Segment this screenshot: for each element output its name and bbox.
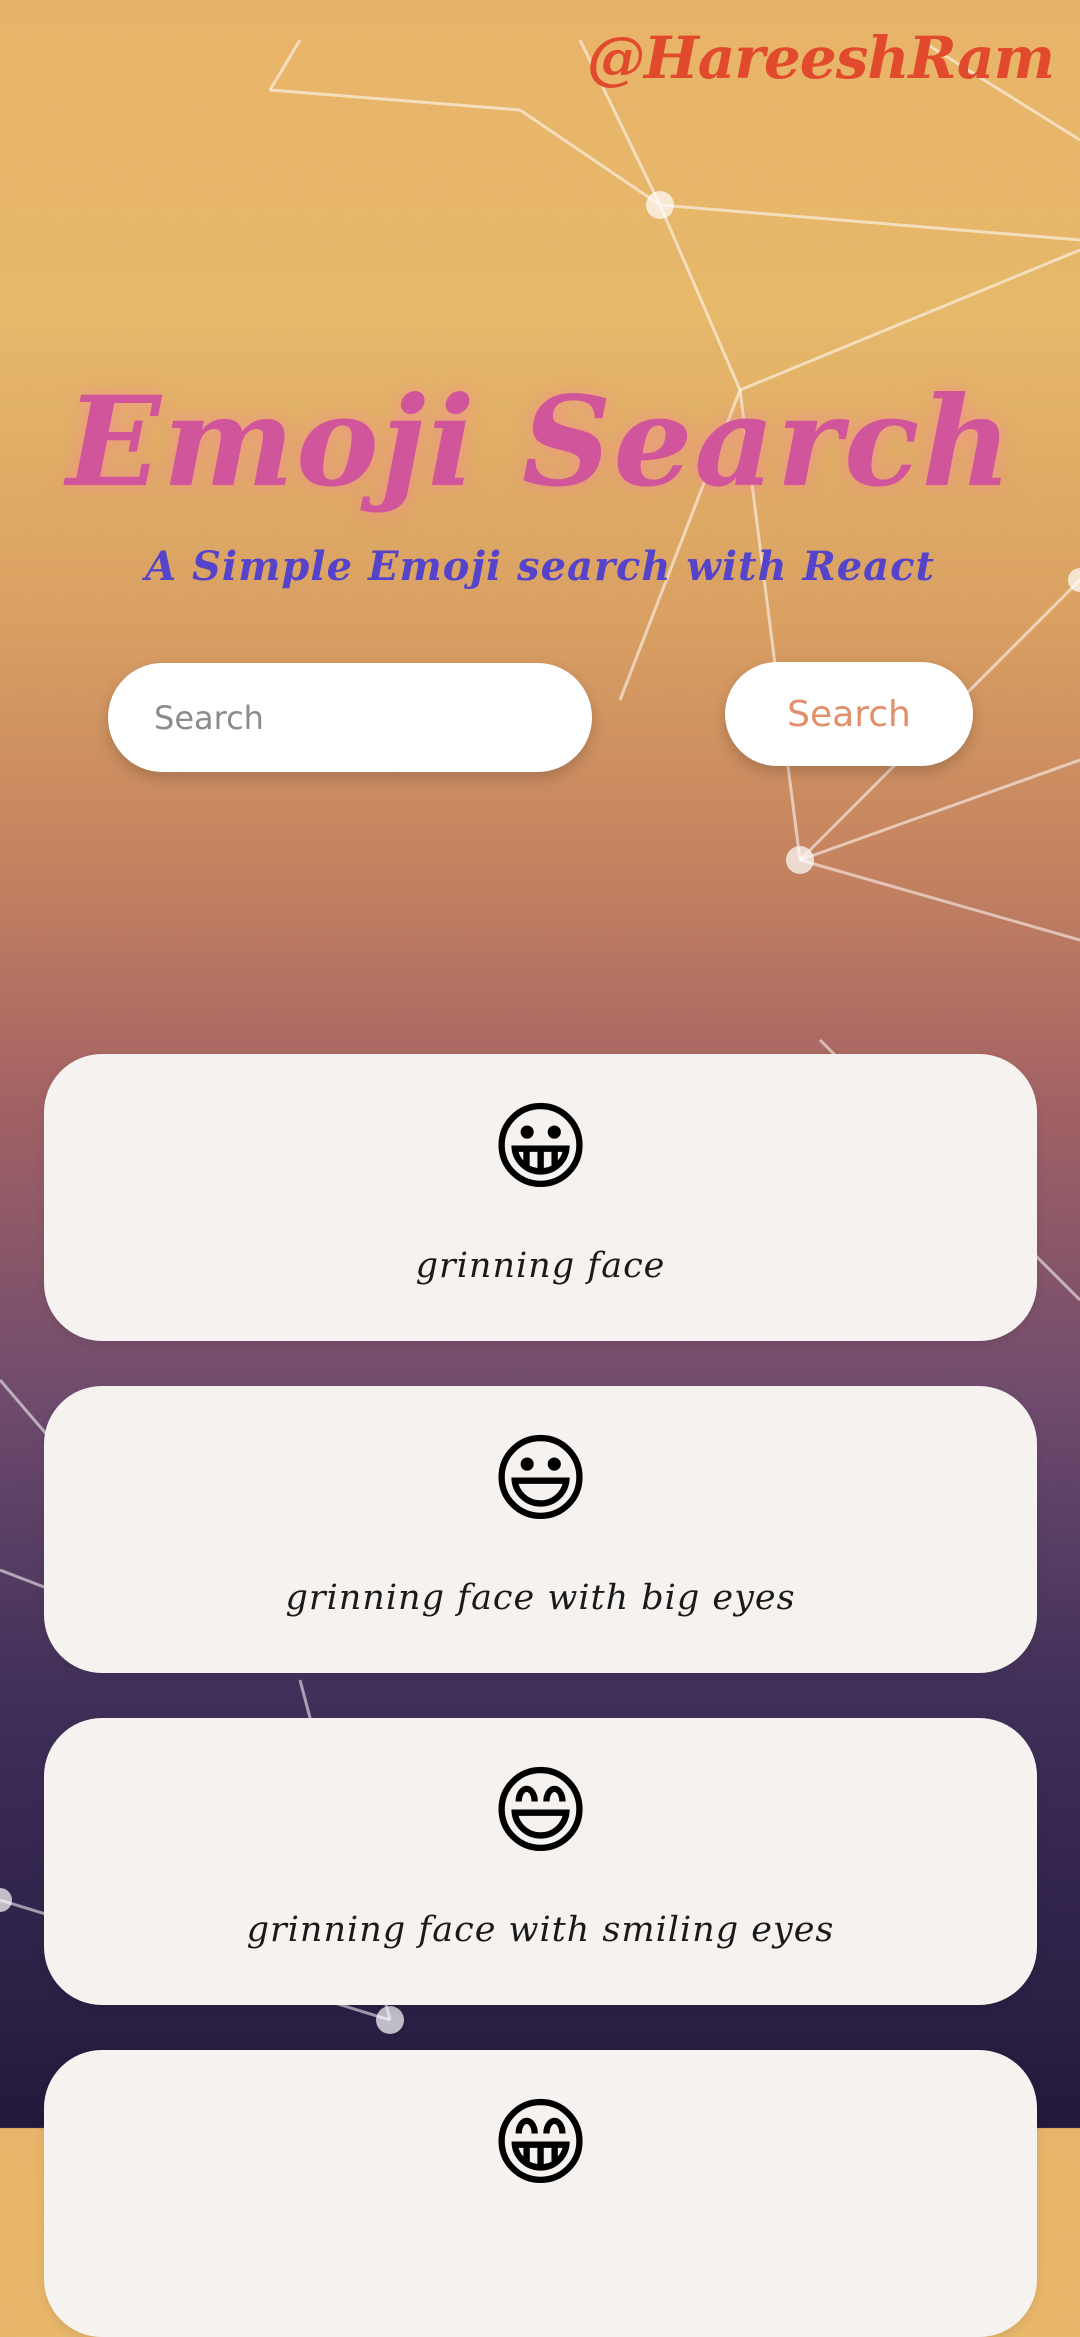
emoji-card[interactable]: 😀 grinning face [44,1054,1037,1341]
emoji-glyph: 😁 [490,2087,591,2199]
emoji-glyph: 😀 [490,1091,591,1203]
search-button[interactable]: Search [725,662,973,766]
emoji-card[interactable]: 😄 grinning face with smiling eyes [44,1718,1037,2005]
emoji-glyph: 😃 [490,1423,591,1535]
page-subtitle: A Simple Emoji search with React [145,543,935,590]
emoji-glyph: 😄 [490,1755,591,1867]
page-title: Emoji Search [66,370,1014,515]
emoji-name: grinning face with big eyes [285,1578,796,1618]
emoji-name: grinning face [415,1246,666,1286]
emoji-name: grinning face with smiling eyes [246,1910,835,1950]
search-input[interactable] [108,663,592,772]
emoji-card[interactable]: 😁 [44,2050,1037,2337]
emoji-card[interactable]: 😃 grinning face with big eyes [44,1386,1037,1673]
author-handle: @HareeshRam [586,24,1055,92]
